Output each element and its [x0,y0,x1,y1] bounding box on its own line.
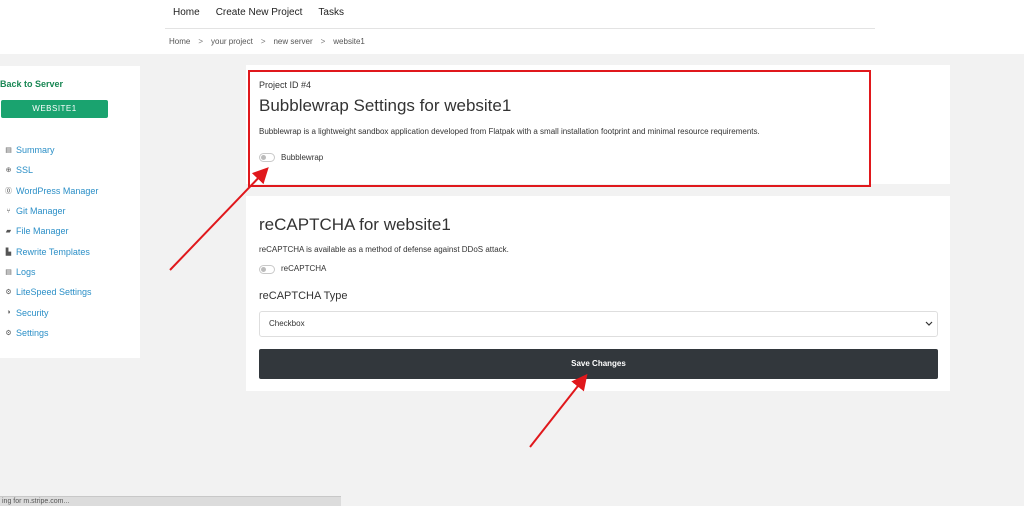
sidebar-item-git-manager[interactable]: ⑂ Git Manager [4,201,98,221]
sidebar-item-label: File Manager [16,226,69,237]
sidebar-item-file-manager[interactable]: ▰ File Manager [4,221,98,241]
back-to-server-link[interactable]: Back to Server [0,79,63,89]
sidebar-item-label: SSL [16,165,34,176]
gear-icon: ⚙ [5,329,12,337]
sidebar-item-label: Git Manager [16,206,66,217]
shield-icon: ◑ [6,309,11,317]
sidebar-item-label: Security [16,307,49,318]
breadcrumb-home[interactable]: Home [169,37,190,46]
breadcrumb-separator: > [320,37,326,46]
breadcrumb-separator: > [260,37,266,46]
breadcrumb-project[interactable]: your project [211,37,253,46]
sidebar-item-label: Settings [16,327,49,338]
sidebar-item-rewrite-templates[interactable]: ▙ Rewrite Templates [4,241,98,261]
browser-status-bar: ing for m.stripe.com... [0,496,341,506]
git-branch-icon: ⑂ [6,207,11,215]
sidebar-item-label: Summary [16,145,55,156]
sidebar-item-ssl[interactable]: ⊕ SSL [4,160,98,180]
recaptcha-toggle-label: reCAPTCHA [281,264,327,273]
sidebar-menu: ▤ Summary ⊕ SSL ⓪ WordPress Manager ⑂ Gi… [4,140,98,343]
gear-icon: ⚙ [5,289,12,297]
website-button[interactable]: WEBSITE1 [1,100,108,118]
breadcrumb-separator: > [198,37,204,46]
recaptcha-type-value: Checkbox [269,319,305,328]
folder-icon: ▰ [5,228,12,236]
sidebar-item-settings[interactable]: ⚙ Settings [4,323,98,343]
top-header: Home Create New Project Tasks Home > you… [0,0,1024,54]
recaptcha-type-label: reCAPTCHA Type [259,290,348,302]
sidebar: Back to Server WEBSITE1 ▤ Summary ⊕ SSL … [0,66,140,358]
breadcrumb-website: website1 [333,37,365,46]
top-nav: Home Create New Project Tasks [173,7,344,18]
recaptcha-description: reCAPTCHA is available as a method of de… [259,245,509,254]
sidebar-item-summary[interactable]: ▤ Summary [4,140,98,160]
sidebar-item-label: WordPress Manager [16,185,99,196]
summary-icon: ▤ [5,147,12,155]
save-changes-button[interactable]: Save Changes [259,349,938,379]
breadcrumb-server[interactable]: new server [273,37,312,46]
sidebar-item-label: LiteSpeed Settings [16,287,92,298]
chevron-down-icon [925,312,933,346]
sidebar-item-logs[interactable]: ▤ Logs [4,262,98,282]
recaptcha-title: reCAPTCHA for website1 [259,215,451,234]
wordpress-icon: ⓪ [5,187,12,195]
recaptcha-type-select[interactable]: Checkbox [259,311,938,337]
document-icon: ▤ [5,268,12,276]
lock-globe-icon: ⊕ [5,167,12,175]
annotation-highlight-box [248,70,871,187]
file-code-icon: ▙ [5,248,12,256]
sidebar-item-security[interactable]: ◑ Security [4,302,98,322]
nav-home[interactable]: Home [173,7,200,18]
sidebar-item-label: Logs [16,266,36,277]
nav-tasks[interactable]: Tasks [318,7,344,18]
breadcrumb: Home > your project > new server > websi… [169,37,365,46]
recaptcha-toggle[interactable] [259,265,275,274]
sidebar-item-label: Rewrite Templates [16,246,90,257]
nav-divider [165,28,875,29]
sidebar-item-litespeed-settings[interactable]: ⚙ LiteSpeed Settings [4,282,98,302]
nav-create-new-project[interactable]: Create New Project [216,7,303,18]
sidebar-item-wordpress-manager[interactable]: ⓪ WordPress Manager [4,181,98,201]
